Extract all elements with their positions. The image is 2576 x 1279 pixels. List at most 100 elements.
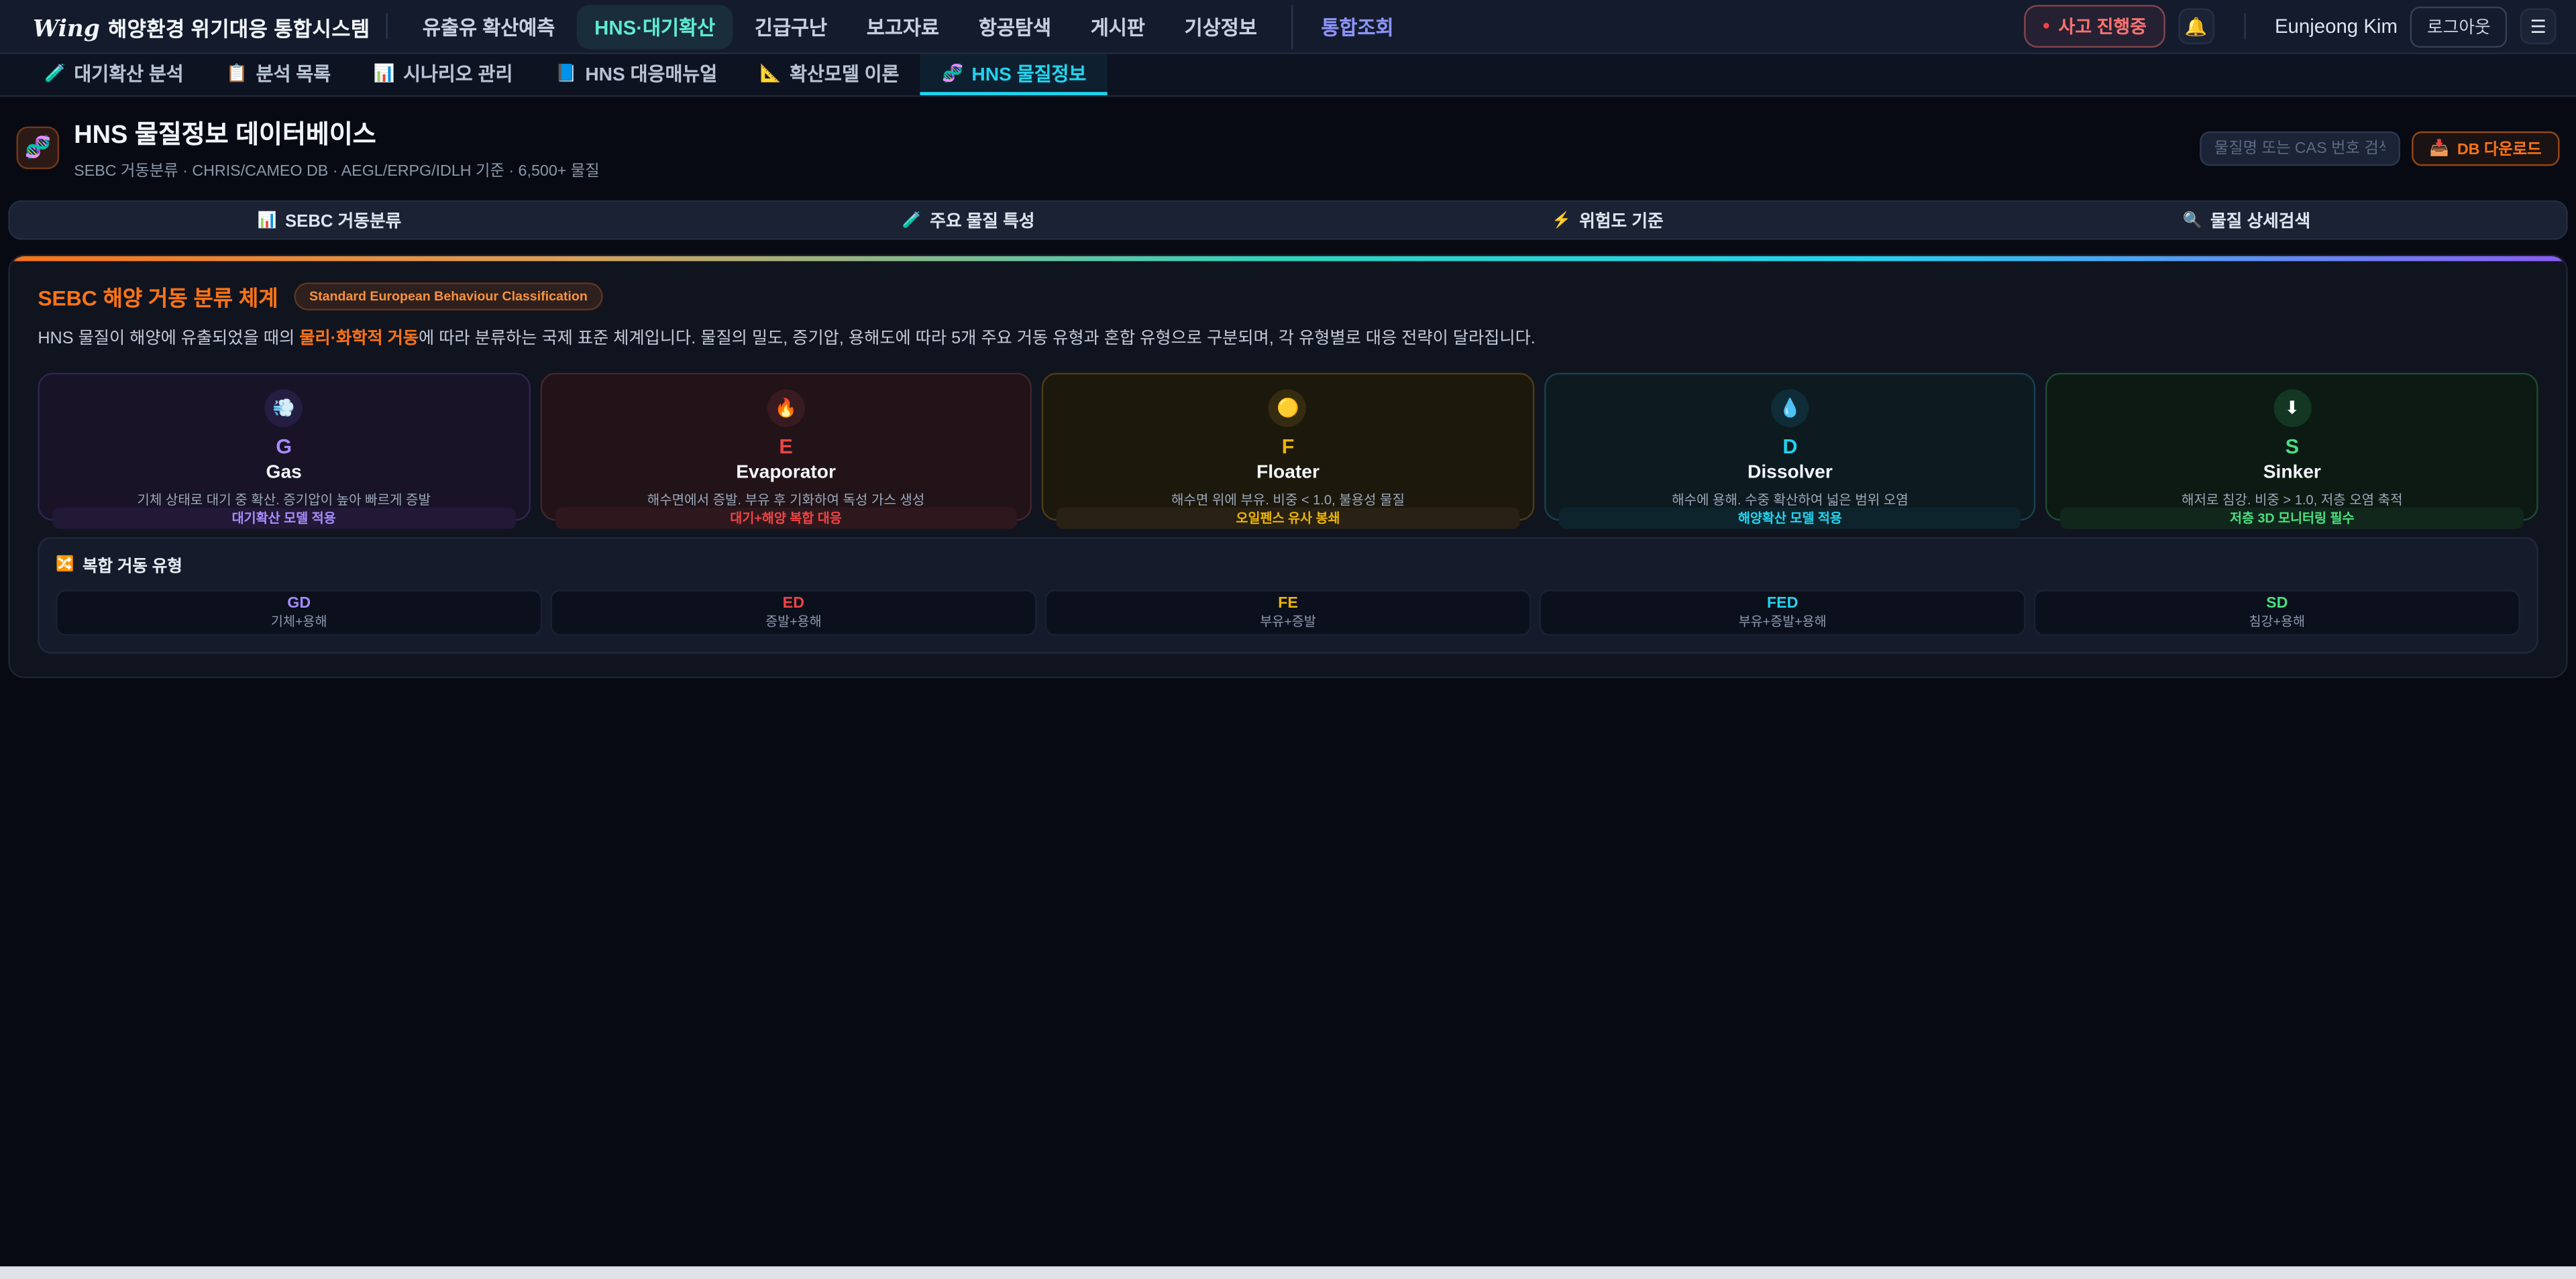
type-name: Dissolver [1748, 465, 1833, 484]
download-icon: 📥 [2430, 139, 2449, 157]
type-tag: 대기+해양 복합 대응 [555, 508, 1018, 530]
down-arrow-glyph: ⬇ [2284, 397, 2300, 419]
bar-chart-icon: 📊 [258, 211, 277, 229]
flame-icon: 🔥 [767, 389, 804, 427]
notification-button[interactable]: 🔔 [2178, 8, 2214, 44]
nav-item-integrated-search[interactable]: 통합조회 [1291, 4, 1411, 48]
type-code: E [779, 437, 792, 457]
gas-puff-glyph: 💨 [272, 397, 295, 419]
type-card-evaporator[interactable]: 🔥 E Evaporator 해수면에서 증발. 부유 후 기화하여 독성 가스… [540, 373, 1032, 520]
sebc-title-row: SEBC 해양 거동 분류 체계 Standard European Behav… [38, 281, 2538, 313]
desc-prefix: HNS 물질이 해양에 유출되었을 때의 [38, 330, 299, 348]
tab-label: 주요 물질 특성 [930, 208, 1034, 233]
type-tag: 저층 3D 모니터링 필수 [2061, 508, 2524, 530]
desc-suffix: 에 따라 분류하는 국제 표준 체계입니다. 물질의 밀도, 증기압, 용해도에… [419, 330, 1536, 348]
logout-button[interactable]: 로그아웃 [2411, 6, 2508, 47]
logo-icon: Wing [33, 15, 100, 42]
sebc-title: SEBC 해양 거동 분류 체계 [38, 281, 278, 313]
nav-item-hns-atmospheric[interactable]: HNS·대기확산 [576, 4, 733, 48]
type-name: Gas [266, 465, 302, 484]
type-code: S [2286, 437, 2299, 457]
subtab-label: HNS 물질정보 [971, 60, 1086, 86]
page-header-left: 🧬 HNS 물질정보 데이터베이스 SEBC 거동분류 · CHRIS/CAME… [16, 115, 599, 180]
status-dot-icon: ● [2042, 19, 2050, 33]
type-name: Floater [1256, 465, 1320, 484]
divider [2243, 13, 2245, 40]
subtab-hns-manual[interactable]: 📘 HNS 대응매뉴얼 [534, 54, 739, 95]
sebc-badge: Standard European Behaviour Classificati… [294, 282, 602, 311]
behavior-type-grid: 💨 G Gas 기체 상태로 대기 중 확산. 증기압이 높아 빠르게 증발 대… [38, 373, 2538, 520]
gas-puff-icon: 💨 [265, 389, 303, 427]
tab-key-properties[interactable]: 🧪 주요 물질 특성 [649, 202, 1288, 238]
tab-risk-criteria[interactable]: ⚡ 위험도 기준 [1288, 202, 1927, 238]
subtab-analysis-list[interactable]: 📋 분석 목록 [205, 54, 352, 95]
menu-icon: ☰ [2530, 15, 2546, 37]
mixed-box-fed: FED 부유+증발+용해 [1540, 590, 2026, 636]
app-title: 해양환경 위기대응 통합시스템 [108, 11, 370, 42]
type-desc: 해수면에서 증발. 부유 후 기화하여 독성 가스 생성 [647, 493, 925, 508]
nav-item-weather[interactable]: 기상정보 [1167, 4, 1275, 48]
droplet-icon: 💧 [1771, 389, 1809, 427]
mixed-label: 부유+증발 [1260, 616, 1316, 629]
substance-search-input[interactable] [2200, 131, 2400, 165]
shuffle-icon: 🔀 [56, 555, 74, 573]
tab-substance-detail-search[interactable]: 🔍 물질 상세검색 [1927, 202, 2567, 238]
magnifier-icon: 🔍 [2183, 211, 2202, 229]
page-content: 🧬 HNS 물질정보 데이터베이스 SEBC 거동분류 · CHRIS/CAME… [0, 97, 2576, 1266]
page-title-block: HNS 물질정보 데이터베이스 SEBC 거동분류 · CHRIS/CAMEO … [74, 115, 599, 180]
type-tag: 대기확산 모델 적용 [52, 508, 515, 530]
type-tag: 해양확산 모델 적용 [1559, 508, 2022, 530]
incident-status-label: 사고 진행중 [2059, 13, 2147, 40]
hamburger-menu-button[interactable]: ☰ [2520, 8, 2557, 44]
nav-item-emergency-rescue[interactable]: 긴급구난 [737, 4, 845, 48]
desc-highlight: 물리·화학적 거동 [299, 330, 419, 348]
page-header-right: 📥 DB 다운로드 [2200, 131, 2560, 165]
type-card-sinker[interactable]: ⬇ S Sinker 해저로 침강. 비중 > 1.0, 저층 오염 축적 저층… [2046, 373, 2538, 520]
test-tube-icon: 🧪 [44, 62, 66, 84]
droplet-glyph: 💧 [1779, 397, 1802, 419]
mixed-box-fe: FE 부유+증발 [1045, 590, 1532, 636]
type-name: Evaporator [736, 465, 836, 484]
mixed-code: SD [2266, 596, 2288, 612]
subtab-hns-substance-info[interactable]: 🧬 HNS 물질정보 [920, 54, 1108, 95]
subtab-atmospheric-analysis[interactable]: 🧪 대기확산 분석 [23, 54, 205, 95]
tab-label: 물질 상세검색 [2210, 208, 2310, 233]
sub-nav: 🧪 대기확산 분석 📋 분석 목록 📊 시나리오 관리 📘 HNS 대응매뉴얼 … [0, 54, 2576, 97]
clipboard-icon: 📋 [226, 62, 248, 84]
divider [386, 13, 388, 40]
mixed-label: 증발+용해 [765, 616, 822, 629]
type-card-floater[interactable]: 🟡 F Floater 해수면 위에 부유. 비중 < 1.0, 불용성 물질 … [1042, 373, 1534, 520]
db-download-button[interactable]: 📥 DB 다운로드 [2412, 131, 2560, 165]
section-tab-strip: 📊 SEBC 거동분류 🧪 주요 물질 특성 ⚡ 위험도 기준 🔍 물질 상세검… [8, 201, 2568, 240]
bar-chart-icon: 📊 [374, 62, 395, 84]
nav-item-reports[interactable]: 보고자료 [849, 4, 957, 48]
page-header: 🧬 HNS 물질정보 데이터베이스 SEBC 거동분류 · CHRIS/CAME… [0, 97, 2576, 187]
type-code: G [276, 437, 292, 457]
sebc-description: HNS 물질이 해양에 유출되었을 때의 물리·화학적 거동에 따라 분류하는 … [38, 329, 2538, 353]
db-download-label: DB 다운로드 [2457, 136, 2542, 159]
main-nav: 유출유 확산예측 HNS·대기확산 긴급구난 보고자료 항공탐색 게시판 기상정… [405, 4, 1411, 48]
mixed-box-ed: ED 증발+용해 [550, 590, 1036, 636]
subtab-label: 분석 목록 [256, 60, 331, 86]
mixed-code: FE [1278, 596, 1298, 612]
mixed-code: FED [1767, 596, 1799, 612]
type-card-dissolver[interactable]: 💧 D Dissolver 해수에 용해. 수중 확산하여 넓은 범위 오염 해… [1544, 373, 2037, 520]
down-arrow-icon: ⬇ [2273, 389, 2311, 427]
mixed-code: ED [783, 596, 804, 612]
top-bar-right: ● 사고 진행중 🔔 Eunjeong Kim 로그아웃 ☰ [2024, 5, 2556, 48]
type-code: F [1282, 437, 1295, 457]
subtab-scenario-management[interactable]: 📊 시나리오 관리 [352, 54, 534, 95]
type-desc: 해수면 위에 부유. 비중 < 1.0, 불용성 물질 [1171, 493, 1405, 508]
incident-status-badge: ● 사고 진행중 [2024, 5, 2164, 48]
tab-sebc-classification[interactable]: 📊 SEBC 거동분류 [10, 202, 649, 238]
top-bar: Wing 해양환경 위기대응 통합시스템 유출유 확산예측 HNS·대기확산 긴… [0, 0, 2576, 54]
nav-item-board[interactable]: 게시판 [1073, 4, 1163, 48]
subtab-diffusion-model-theory[interactable]: 📐 확산모델 이론 [739, 54, 920, 95]
yellow-circle-glyph: 🟡 [1277, 397, 1299, 419]
page-title: HNS 물질정보 데이터베이스 [74, 115, 599, 151]
type-card-gas[interactable]: 💨 G Gas 기체 상태로 대기 중 확산. 증기압이 높아 빠르게 증발 대… [38, 373, 530, 520]
nav-item-aerial-search[interactable]: 항공탐색 [961, 4, 1069, 48]
nav-item-oil-spill-forecast[interactable]: 유출유 확산예측 [405, 4, 573, 48]
yellow-circle-icon: 🟡 [1269, 389, 1307, 427]
dna-icon: 🧬 [16, 127, 59, 170]
